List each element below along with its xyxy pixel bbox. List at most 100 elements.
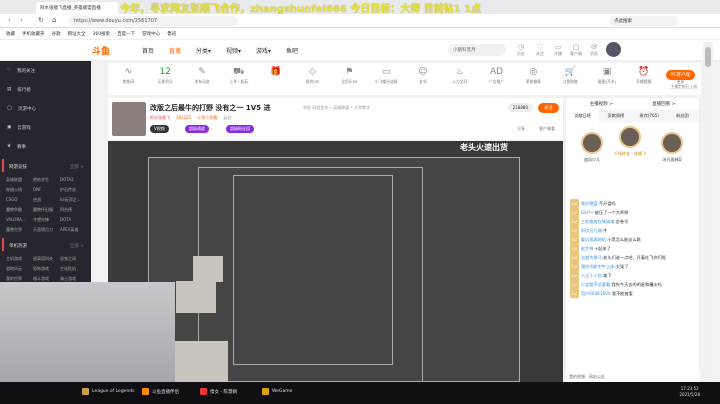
feature-item[interactable]: 🛒 斗鱼购物 bbox=[552, 66, 589, 92]
streamer-avatar[interactable] bbox=[112, 102, 146, 136]
url-input[interactable]: https://www.douyu.com/2561707 bbox=[68, 16, 238, 26]
feature-item[interactable]: ✎ 发布动态 bbox=[184, 66, 221, 92]
user-avatar[interactable] bbox=[606, 42, 621, 57]
game-link[interactable]: 主机游戏 bbox=[6, 256, 31, 262]
bookmark[interactable]: 360搜索 bbox=[93, 31, 111, 37]
system-clock[interactable]: 17:23:52 2021/5/28 bbox=[679, 386, 700, 398]
super-channel-pill[interactable]: 超级通道 bbox=[185, 125, 209, 133]
nav-home[interactable]: 首页 bbox=[142, 46, 154, 55]
sidebar-item-ranking[interactable]: ▤ 排行榜 bbox=[0, 80, 91, 99]
chat-username[interactable]: 阿尔吕九城: bbox=[581, 228, 603, 233]
feature-item[interactable]: ⚑ 全民乐PK bbox=[331, 66, 368, 92]
chat-username[interactable]: 用户60461805: bbox=[581, 291, 612, 296]
my-video-button[interactable]: 我的视频 bbox=[569, 374, 585, 379]
game-link[interactable]: 穿越火线 bbox=[6, 187, 31, 193]
rank-3[interactable]: 冰凡雨林D bbox=[652, 132, 692, 163]
pc-client-button[interactable]: PC客户端 bbox=[665, 70, 695, 80]
home-icon[interactable]: ⌂ bbox=[52, 16, 56, 24]
feature-item[interactable]: AD 广告推广 bbox=[478, 66, 515, 92]
game-link[interactable]: DOTA bbox=[60, 217, 85, 223]
client-watch-button[interactable]: 客户端看 bbox=[539, 126, 555, 132]
bookmark[interactable]: 谷歌 bbox=[52, 31, 61, 37]
scroll-thumb[interactable] bbox=[705, 47, 711, 67]
game-link[interactable]: 恐怖游戏 bbox=[33, 266, 58, 272]
game-link[interactable]: lol云顶之... bbox=[60, 197, 85, 203]
feature-item[interactable]: ☺ 友邻 bbox=[405, 66, 442, 92]
bookmark[interactable]: 收藏 bbox=[6, 31, 15, 37]
video-player[interactable]: 老头火速出货 bbox=[108, 141, 563, 382]
bookmark[interactable]: 手机收藏夹 bbox=[22, 31, 45, 37]
sidebar-item-webgames[interactable]: ◯ 页游中心 bbox=[0, 99, 91, 118]
nav-category[interactable]: 分类▾ bbox=[196, 46, 211, 55]
feature-item[interactable]: ▭ 小飞蝶分战绩 bbox=[368, 66, 405, 92]
fan-club-pill[interactable]: 超级粉丝团 bbox=[226, 125, 254, 133]
browser-search-input[interactable]: 点此搜索 bbox=[610, 16, 678, 26]
chat-username[interactable]: 赵大爷: bbox=[581, 246, 595, 251]
chat-username[interactable]: 看坑我满地扔: bbox=[581, 237, 608, 242]
game-link[interactable]: 生化危机 bbox=[60, 266, 85, 272]
page-scrollbar[interactable] bbox=[703, 42, 713, 382]
taskbar-app-music[interactable]: 傻女 - 陈慧娴 bbox=[200, 388, 237, 395]
game-link[interactable]: 战地风云 bbox=[6, 266, 31, 272]
follow-button[interactable]: 关注 bbox=[538, 103, 559, 113]
bookmark[interactable]: 百度一下 bbox=[117, 31, 135, 37]
rank-1[interactable]: 千场终金 - 张顺飞 bbox=[610, 126, 650, 157]
nav-video[interactable]: 视频▾ bbox=[226, 46, 241, 55]
more-link[interactable]: 全部 > bbox=[70, 243, 84, 249]
tab-vip[interactable]: 贵宾(765) bbox=[633, 110, 666, 122]
chat-username[interactable]: 我问棋盘: bbox=[581, 201, 599, 206]
game-link[interactable]: 天涯明月刀 bbox=[33, 227, 58, 233]
tab-fans[interactable]: 粉丝团 bbox=[666, 110, 699, 122]
feature-item[interactable]: ∿ 鲍鱼码 bbox=[110, 66, 147, 92]
nav-live[interactable]: 直播 bbox=[169, 46, 181, 55]
reload-icon[interactable]: ↻ bbox=[38, 16, 44, 24]
replay-link[interactable]: 直播回看 > bbox=[652, 101, 675, 107]
chat-username[interactable]: 八兄小卜包: bbox=[581, 273, 603, 278]
game-link[interactable]: 逆战 bbox=[33, 197, 58, 203]
taskbar-app-lol[interactable]: League of Legends bbox=[82, 388, 135, 395]
game-link[interactable]: 魔兽争霸 bbox=[6, 207, 31, 213]
feature-item[interactable]: ⛟ 上车一起玩 bbox=[220, 66, 257, 92]
announce-button[interactable]: 网站公告 bbox=[589, 374, 605, 379]
game-link[interactable]: 魔兽世界 bbox=[6, 227, 31, 233]
history-button[interactable]: ◷ 历史 bbox=[513, 43, 529, 57]
bookmark[interactable]: 游戏中心 bbox=[142, 31, 160, 37]
tab-weekly[interactable]: 贡献周榜 bbox=[599, 110, 632, 122]
follow-list-button[interactable]: ♡ 关注 bbox=[532, 43, 548, 57]
bookmark[interactable]: 网址大全 bbox=[68, 31, 86, 37]
game-link[interactable]: APEX英雄 bbox=[60, 227, 85, 233]
feature-item[interactable]: ▣ 截图(开关) bbox=[589, 66, 626, 92]
douyu-logo[interactable]: 斗鱼 bbox=[92, 44, 110, 57]
chat-username[interactable]: 志超大哥马: bbox=[581, 255, 603, 260]
game-link[interactable]: 炉石传说 bbox=[60, 187, 85, 193]
messages-button[interactable]: ✉ 消息 bbox=[586, 43, 602, 57]
browser-tab[interactable]: 阿水张顺飞直播_英雄联盟直播 bbox=[36, 2, 118, 14]
bookmark[interactable]: 鲁班 bbox=[167, 31, 176, 37]
sidebar-item-cloudgame[interactable]: ▣ 云游戏 bbox=[0, 118, 91, 137]
sidebar-item-following[interactable]: ♡ 我的关注 bbox=[0, 61, 91, 80]
feature-item[interactable]: 🎁 bbox=[257, 66, 294, 92]
feature-item[interactable]: 12 正能积分 bbox=[147, 66, 184, 92]
streamer-video-link[interactable]: 主播视频 > bbox=[590, 101, 613, 107]
taskbar-app-wegame[interactable]: WeGame bbox=[262, 388, 292, 395]
chat-username[interactable]: Garf~: bbox=[581, 210, 595, 215]
more-link[interactable]: 全部 > bbox=[70, 164, 84, 170]
game-link[interactable]: DOTA2 bbox=[60, 177, 85, 183]
feature-item[interactable]: ⏰ 开播提醒 bbox=[625, 66, 662, 92]
feature-item[interactable]: ♨ 火力全开 bbox=[441, 66, 478, 92]
tab-daily[interactable]: 贡献日榜 bbox=[566, 110, 600, 122]
chat-username[interactable]: 三叶散席在城阀诸: bbox=[581, 219, 616, 224]
game-link[interactable]: VALORA... bbox=[6, 217, 31, 223]
game-link[interactable]: 四台德 bbox=[60, 207, 85, 213]
chat-username[interactable]: 我的闰能中午上床: bbox=[581, 264, 616, 269]
game-link[interactable]: 恐鬼之间 bbox=[60, 256, 85, 262]
share-button[interactable]: 分享 bbox=[517, 126, 525, 132]
sidebar-item-events[interactable]: ♛ 赛事 bbox=[0, 137, 91, 156]
streamer-name[interactable]: 阿水张顺飞 bbox=[150, 115, 170, 121]
game-link[interactable]: 英雄联盟 bbox=[6, 177, 31, 183]
forward-icon[interactable]: › bbox=[20, 16, 23, 24]
back-icon[interactable]: ‹ bbox=[8, 16, 11, 24]
game-link[interactable]: 绝地求生 bbox=[33, 177, 58, 183]
taskbar-app-douyu[interactable]: 斗鱼直播伴侣 bbox=[142, 388, 179, 395]
game-link[interactable]: DNF bbox=[33, 187, 58, 193]
